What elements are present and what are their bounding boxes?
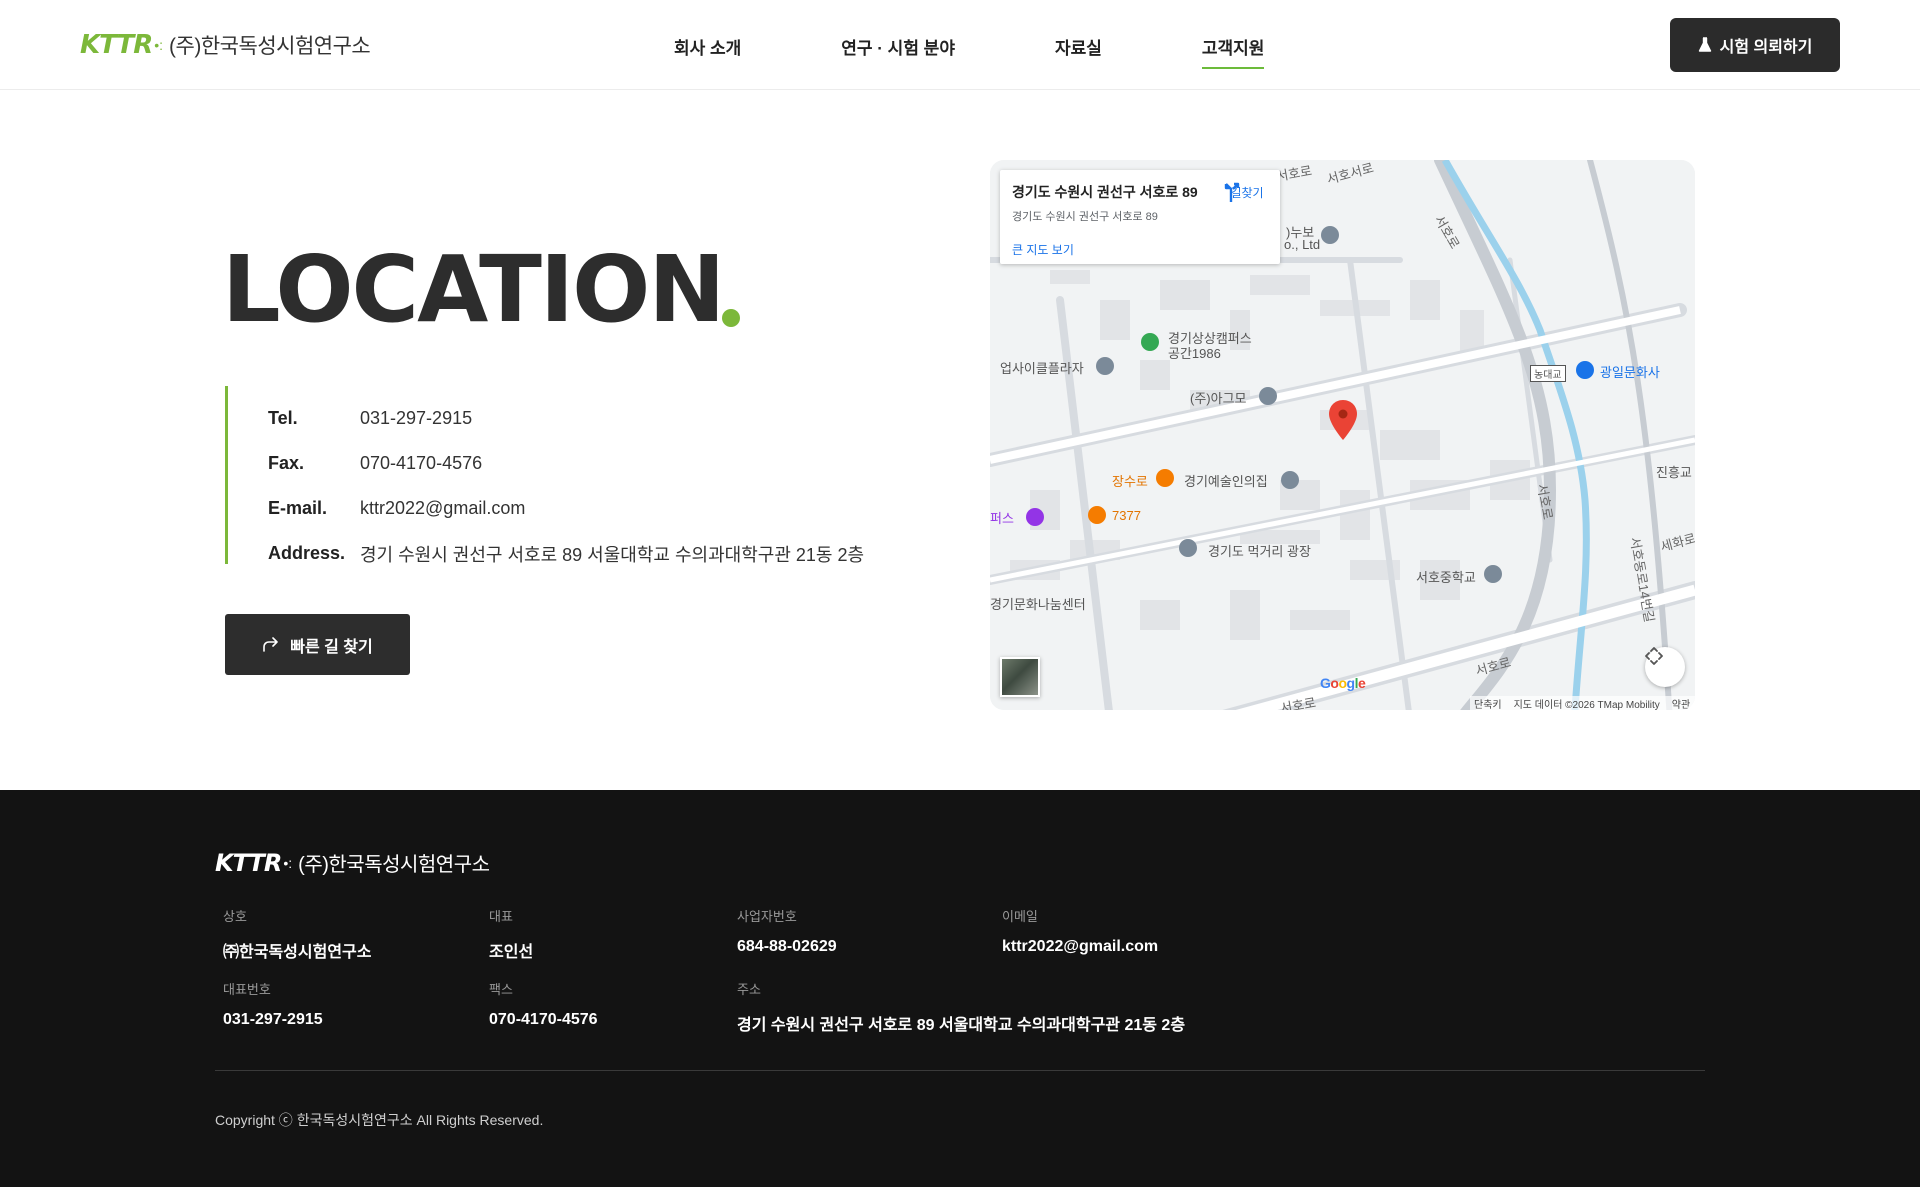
footer-value: 조인선 xyxy=(489,944,534,961)
flask-icon xyxy=(1698,37,1711,52)
nav-item-company[interactable]: 회사 소개 xyxy=(674,34,741,69)
info-row-email: E-mail. kttr2022@gmail.com xyxy=(268,486,885,531)
footer-phone: 대표번호 031-297-2915 xyxy=(223,979,323,1029)
info-value: 경기 수원시 권선구 서호로 89 서울대학교 수의과대학구관 21동 2층 xyxy=(360,544,865,565)
site-footer: KTTR •: (주)한국독성시험연구소 상호 ㈜한국독성시험연구소 대표 조인… xyxy=(0,790,1920,1187)
shortcuts-link[interactable]: 단축키 xyxy=(1474,696,1502,711)
footer-label: 주소 xyxy=(737,982,761,997)
map-data-credit: 지도 데이터 ©2026 TMap Mobility xyxy=(1513,699,1660,711)
nav-item-support[interactable]: 고객지원 xyxy=(1201,34,1265,69)
title-accent-dot xyxy=(722,309,740,327)
footer-email: 이메일 kttr2022@gmail.com xyxy=(1002,906,1158,956)
logo-text: (주)한국독성시험연구소 xyxy=(169,35,371,58)
info-label: Fax. xyxy=(268,453,305,473)
copyright: Copyright ⓒ 한국독성시험연구소 All Rights Reserve… xyxy=(215,1112,544,1128)
terms-link[interactable]: 약관 xyxy=(1672,696,1690,711)
quick-route-button[interactable]: 빠른 길 찾기 xyxy=(225,614,410,675)
footer-fax: 팩스 070-4170-4576 xyxy=(489,979,598,1029)
footer-label: 상호 xyxy=(223,909,247,924)
satellite-toggle[interactable] xyxy=(1000,657,1040,697)
logo-dots-icon: •: xyxy=(154,37,164,53)
footer-value: 684-88-02629 xyxy=(737,938,837,955)
logo-mark: KTTR xyxy=(80,30,153,60)
footer-label: 대표 xyxy=(489,909,513,924)
info-row-address: Address. 경기 수원시 권선구 서호로 89 서울대학교 수의과대학구관… xyxy=(268,531,885,576)
footer-value: 경기 수원시 권선구 서호로 89 서울대학교 수의과대학구관 21동 2층 xyxy=(737,1017,1186,1034)
share-arrow-icon xyxy=(263,636,279,652)
request-test-button[interactable]: 시험 의뢰하기 xyxy=(1670,18,1840,72)
directions-button[interactable]: 길찾기 xyxy=(1222,182,1272,202)
footer-label: 사업자번호 xyxy=(737,909,797,924)
info-value: kttr2022@gmail.com xyxy=(360,498,526,518)
footer-logo-text: (주)한국독성시험연구소 xyxy=(298,854,490,876)
info-label: Tel. xyxy=(268,408,298,428)
footer-label: 이메일 xyxy=(1002,909,1038,924)
nav-item-resources[interactable]: 자료실 xyxy=(1055,34,1102,69)
footer-value: kttr2022@gmail.com xyxy=(1002,938,1159,955)
footer-logo-mark: KTTR xyxy=(215,848,282,877)
footer-value: ㈜한국독성시험연구소 xyxy=(223,944,372,961)
footer-address: 주소 경기 수원시 권선구 서호로 89 서울대학교 수의과대학구관 21동 2… xyxy=(737,979,1185,1035)
request-test-label: 시험 의뢰하기 xyxy=(1719,39,1813,56)
site-header: KTTR •: (주)한국독성시험연구소 회사 소개 연구 · 시험 분야 자료… xyxy=(0,0,1920,90)
larger-map-link[interactable]: 큰 지도 보기 xyxy=(1012,241,1074,258)
footer-value: 031-297-2915 xyxy=(223,1011,323,1028)
footer-label: 대표번호 xyxy=(223,982,271,997)
footer-label: 팩스 xyxy=(489,982,513,997)
info-value: 070-4170-4576 xyxy=(360,453,483,473)
fullscreen-button[interactable] xyxy=(1645,647,1685,687)
map-card-subtitle: 경기도 수원시 권선구 서호로 89 xyxy=(1012,211,1158,223)
footer-value: 070-4170-4576 xyxy=(489,1011,598,1028)
footer-divider xyxy=(215,1070,1705,1071)
footer-logo: KTTR •: (주)한국독성시험연구소 xyxy=(215,848,490,877)
info-label: E-mail. xyxy=(268,498,328,518)
logo[interactable]: KTTR •: (주)한국독성시험연구소 xyxy=(80,30,371,60)
footer-logo-dots-icon: •: xyxy=(283,854,293,871)
fullscreen-icon xyxy=(1645,647,1663,665)
info-row-tel: Tel. 031-297-2915 xyxy=(268,396,885,441)
footer-ceo: 대표 조인선 xyxy=(489,906,533,962)
main-nav: 회사 소개 연구 · 시험 분야 자료실 고객지원 xyxy=(674,34,1364,69)
map-embed[interactable]: 경기상상캠퍼스 공간1986 업사이클플라자 (주)아그모 장수로 경기예술인의… xyxy=(990,160,1695,710)
info-row-fax: Fax. 070-4170-4576 xyxy=(268,441,885,486)
google-logo: Google xyxy=(1320,675,1366,691)
map-attribution: 단축키 지도 데이터 ©2026 TMap Mobility 약관 xyxy=(1470,696,1695,710)
info-label: Address. xyxy=(268,543,346,563)
nav-item-research[interactable]: 연구 · 시험 분야 xyxy=(841,34,955,69)
quick-route-label: 빠른 길 찾기 xyxy=(290,638,373,656)
footer-company: 상호 ㈜한국독성시험연구소 xyxy=(223,906,371,962)
info-value: 031-297-2915 xyxy=(360,408,473,428)
contact-info: Tel. 031-297-2915 Fax. 070-4170-4576 E-m… xyxy=(225,386,885,565)
directions-icon xyxy=(1224,182,1240,202)
footer-business-number: 사업자번호 684-88-02629 xyxy=(737,906,837,956)
location-title: LOCATION xyxy=(222,236,725,343)
map-info-card: 경기도 수원시 권선구 서호로 89 경기도 수원시 권선구 서호로 89 큰 … xyxy=(1000,170,1280,264)
map-card-title: 경기도 수원시 권선구 서호로 89 xyxy=(1012,184,1198,200)
